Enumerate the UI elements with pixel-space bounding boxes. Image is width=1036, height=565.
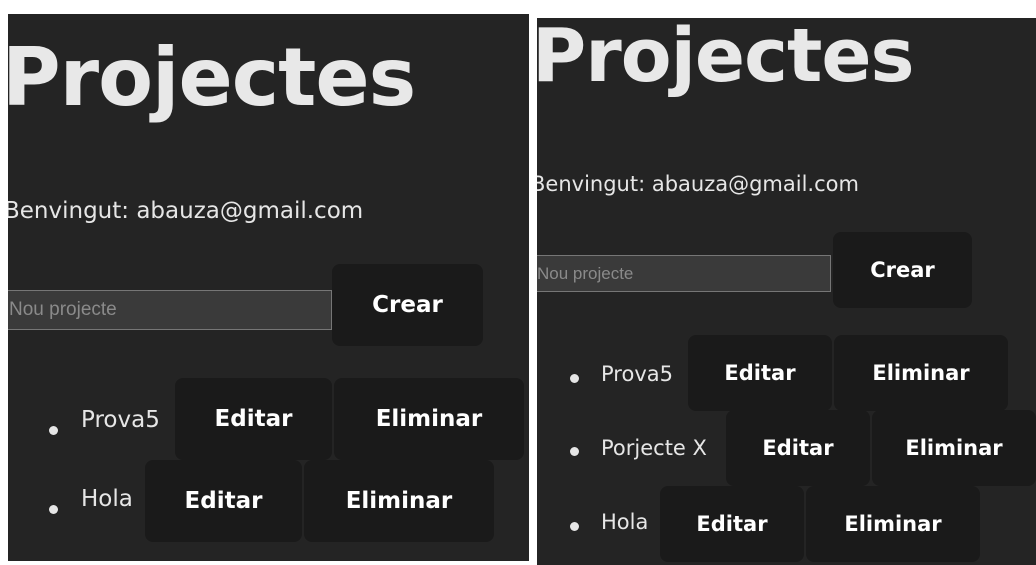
- welcome-text: Benvingut: abauza@gmail.com: [537, 172, 859, 196]
- project-name: Porjecte X: [601, 436, 707, 460]
- edit-button[interactable]: Editar: [145, 460, 302, 542]
- welcome-text: Benvingut: abauza@gmail.com: [8, 198, 364, 224]
- delete-button[interactable]: Eliminar: [304, 460, 494, 542]
- edit-button[interactable]: Editar: [660, 486, 804, 562]
- delete-button[interactable]: Eliminar: [834, 335, 1008, 411]
- page-title: Projectes: [8, 31, 416, 124]
- edit-button[interactable]: Editar: [175, 378, 332, 460]
- create-button[interactable]: Crear: [833, 232, 972, 308]
- delete-button[interactable]: Eliminar: [872, 410, 1036, 486]
- bullet: [49, 505, 58, 514]
- bullet: [570, 374, 579, 383]
- project-name: Hola: [81, 486, 133, 512]
- new-project-input[interactable]: [537, 255, 831, 292]
- new-project-input[interactable]: [8, 290, 332, 330]
- project-name: Hola: [601, 510, 649, 534]
- app-panel-before: Projectes Benvingut: abauza@gmail.com Cr…: [8, 14, 529, 561]
- project-name: Prova5: [81, 407, 160, 433]
- project-name: Prova5: [601, 362, 673, 386]
- bullet: [49, 426, 58, 435]
- page-title: Projectes: [537, 18, 915, 99]
- delete-button[interactable]: Eliminar: [806, 486, 980, 562]
- create-button[interactable]: Crear: [332, 264, 483, 346]
- app-panel-after: Projectes Benvingut: abauza@gmail.com Cr…: [537, 18, 1036, 565]
- delete-button[interactable]: Eliminar: [334, 378, 524, 460]
- edit-button[interactable]: Editar: [726, 410, 870, 486]
- edit-button[interactable]: Editar: [688, 335, 832, 411]
- bullet: [570, 522, 579, 531]
- bullet: [570, 447, 579, 456]
